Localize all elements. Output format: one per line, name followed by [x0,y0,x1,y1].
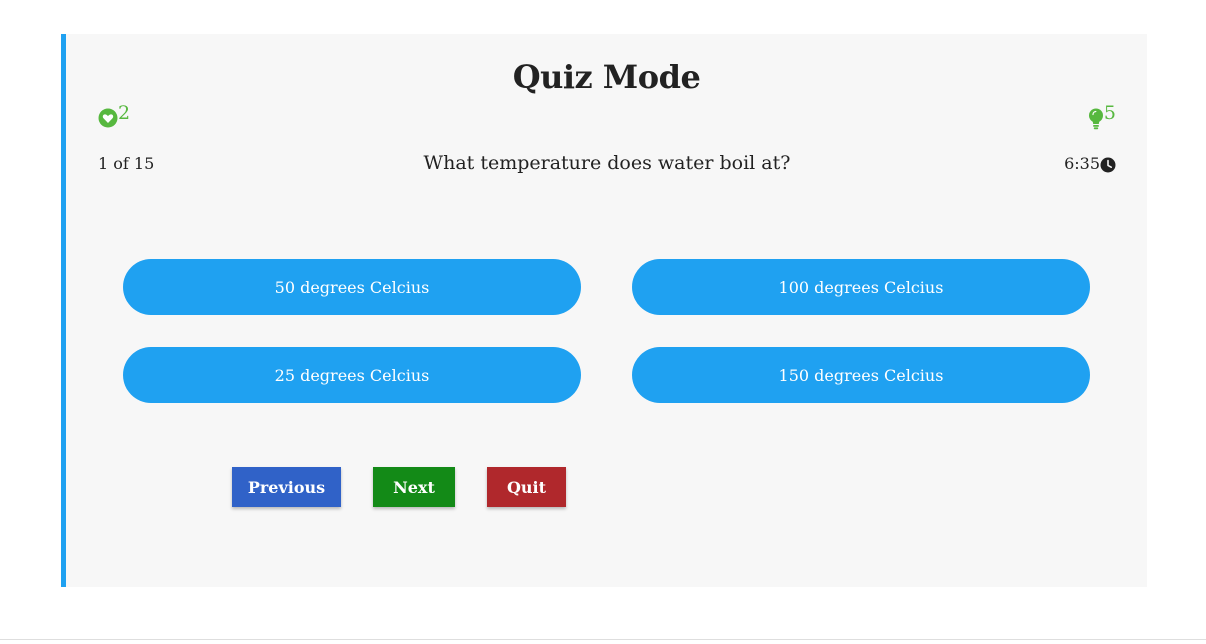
previous-button[interactable]: Previous [232,467,341,507]
page-title: Quiz Mode [512,58,701,96]
quit-button[interactable]: Quit [487,467,566,507]
timer: 6:35 [1064,154,1116,173]
lives-count: 2 [118,102,131,124]
clock-icon [1100,154,1116,173]
question-row: 1 of 15 What temperature does water boil… [98,152,1116,178]
lives-counter: 2 [98,104,130,128]
page-divider [0,639,1206,640]
heart-circle-icon [98,104,118,128]
next-button[interactable]: Next [373,467,455,507]
answer-option-4[interactable]: 150 degrees Celcius [632,347,1090,403]
page: Quiz Mode 2 5 1 of 15 What temperature d… [0,0,1206,644]
hints-count: 5 [1103,102,1116,124]
question-text: What temperature does water boil at? [423,152,791,174]
answer-option-1[interactable]: 50 degrees Celcius [123,259,581,315]
quiz-container: Quiz Mode 2 5 1 of 15 What temperature d… [61,34,1147,587]
answer-option-3[interactable]: 25 degrees Celcius [123,347,581,403]
lightbulb-icon[interactable] [1088,104,1104,132]
hints-counter: 5 [1088,104,1116,132]
answer-option-2[interactable]: 100 degrees Celcius [632,259,1090,315]
timer-value: 6:35 [1064,154,1100,173]
